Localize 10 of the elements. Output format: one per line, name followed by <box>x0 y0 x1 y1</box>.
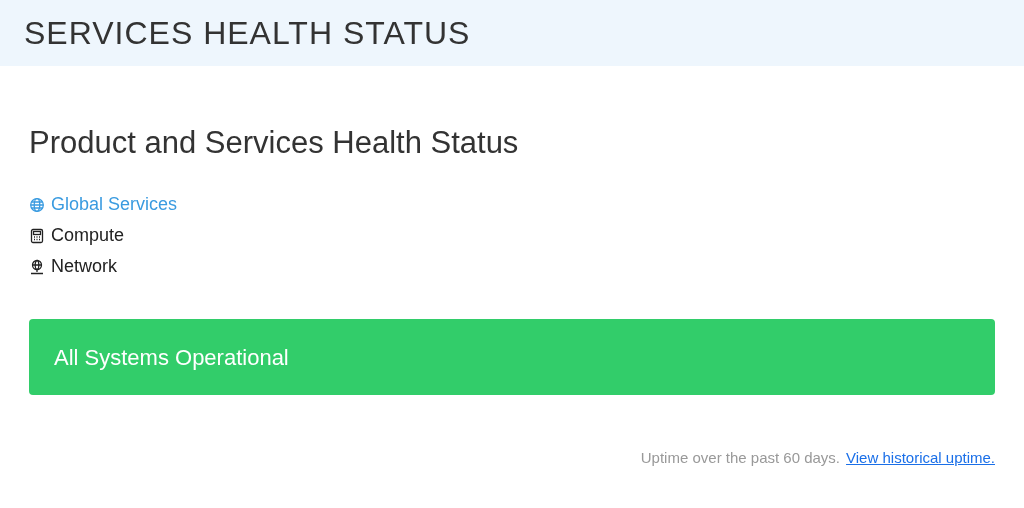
historical-uptime-link[interactable]: View historical uptime. <box>846 447 995 470</box>
nav-link[interactable]: Compute <box>29 220 125 251</box>
status-text: All Systems Operational <box>54 343 289 372</box>
page-title: SERVICES HEALTH STATUS <box>24 14 471 53</box>
globe-icon <box>29 196 45 213</box>
calculator-icon <box>29 227 45 244</box>
nav-link[interactable]: Network <box>29 251 117 282</box>
section-heading: Product and Services Health Status <box>29 124 520 162</box>
network-globe-icon <box>29 258 45 275</box>
uptime-note: Uptime over the past 60 days. <box>640 448 841 468</box>
